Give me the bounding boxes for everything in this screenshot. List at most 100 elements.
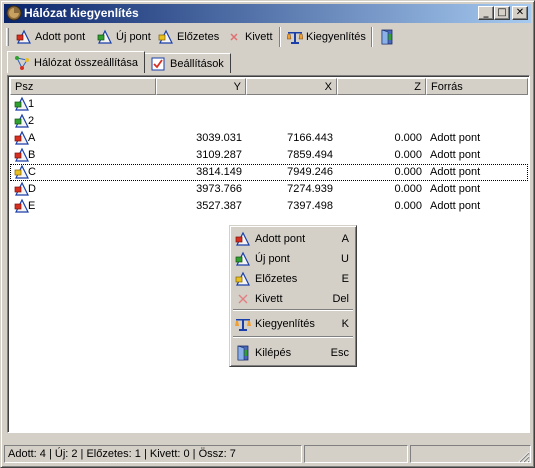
table-row[interactable]: E 3527.387 7397.498 0.000 Adott pont (10, 198, 528, 215)
status-panel-2 (304, 445, 408, 463)
menu-item-label: Kiegyenlítés (255, 318, 315, 330)
maximize-button[interactable]: □ (494, 6, 510, 20)
cell-x: 7949.246 (287, 166, 333, 178)
cell-x: 7274.939 (287, 183, 333, 195)
menu-item-removed-point[interactable]: Kivett Del (233, 289, 353, 309)
fixed-point-label: Adott pont (35, 31, 86, 43)
menu-item-label: Adott pont (255, 233, 306, 245)
tab-strip: Hálózat összeállítása Beállítások (4, 51, 531, 73)
menu-item-shortcut: U (341, 253, 349, 265)
tab-network-label: Hálózat összeállítása (34, 56, 138, 69)
exit-door-icon (237, 345, 249, 361)
table-row[interactable]: A 3039.031 7166.443 0.000 Adott pont (10, 130, 528, 147)
menu-item-label: Új pont (255, 253, 290, 265)
cell-y: 3527.387 (196, 200, 242, 212)
status-summary: Adott: 4 | Új: 2 | Előzetes: 1 | Kivett:… (4, 445, 302, 463)
preliminary-button[interactable]: Előzetes (154, 25, 223, 49)
cell-source: Adott pont (430, 149, 481, 161)
fixed-point-button[interactable]: Adott pont (12, 25, 89, 49)
menu-item-fixed-point[interactable]: Adott pont A (233, 229, 353, 249)
cell-psz: B (28, 149, 36, 161)
cell-z: 0.000 (394, 166, 422, 178)
table-header: Psz Y X Z Forrás (10, 78, 528, 95)
app-logo-icon (6, 5, 22, 21)
cell-z: 0.000 (394, 132, 422, 144)
minimize-button[interactable]: _ (478, 6, 494, 20)
cell-psz: 1 (28, 98, 35, 110)
balance-scale-icon (287, 32, 303, 44)
cell-y: 3814.149 (196, 166, 242, 178)
new-point-button[interactable]: Új pont (93, 25, 155, 49)
column-header-y[interactable]: Y (156, 78, 246, 95)
new-point-icon (97, 29, 112, 44)
cell-z: 0.000 (394, 149, 422, 161)
window-title: Hálózat kiegyenlítés (24, 6, 139, 20)
menu-separator (233, 309, 353, 311)
cell-z: 0.000 (394, 183, 422, 195)
toolbar-separator (279, 27, 281, 47)
cell-source: Adott pont (430, 200, 481, 212)
balance-label: Kiegyenlítés (306, 31, 366, 43)
menu-item-balance-scale[interactable]: Kiegyenlítés K (233, 314, 353, 334)
context-menu: Adott pont A Új pont U Előzetes E Kivett Del Kie… (229, 225, 357, 367)
menu-item-shortcut: E (341, 273, 349, 285)
new-point-icon (235, 251, 250, 266)
cell-y: 3039.031 (196, 132, 242, 144)
cell-psz: A (28, 132, 36, 144)
tab-settings[interactable]: Beállítások (143, 53, 231, 73)
menu-item-label: Kilépés (255, 347, 292, 359)
cell-x: 7859.494 (287, 149, 333, 161)
menu-item-shortcut: Esc (330, 347, 349, 359)
fixed-point-icon (235, 231, 250, 246)
balance-scale-icon (235, 319, 251, 331)
menu-item-exit-door[interactable]: Kilépés Esc (233, 343, 353, 363)
exit-button[interactable] (375, 25, 399, 49)
preliminary-label: Előzetes (177, 31, 220, 43)
network-icon (15, 55, 29, 70)
table-row[interactable]: D 3973.766 7274.939 0.000 Adott pont (10, 181, 528, 198)
menu-item-shortcut: K (341, 318, 349, 330)
cell-psz: D (28, 183, 36, 195)
removed-point-icon (230, 33, 238, 41)
cell-source: Adott pont (430, 166, 481, 178)
table-row[interactable]: 2 (10, 113, 528, 130)
removed-point-icon (238, 294, 248, 304)
removed-button[interactable]: Kivett (222, 25, 277, 49)
toolbar: Adott pont Új pont Előzetes Kivett Kiegy… (4, 25, 531, 51)
column-header-psz[interactable]: Psz (10, 78, 156, 95)
close-button[interactable]: ✕ (512, 6, 528, 20)
cell-z: 0.000 (394, 200, 422, 212)
status-bar: Adott: 4 | Új: 2 | Előzetes: 1 | Kivett:… (4, 444, 531, 464)
table-row[interactable]: C 3814.149 7949.246 0.000 Adott pont (10, 164, 528, 181)
menu-item-new-point[interactable]: Új pont U (233, 249, 353, 269)
menu-item-preliminary-point[interactable]: Előzetes E (233, 269, 353, 289)
column-header-source[interactable]: Forrás (426, 78, 528, 95)
column-header-x[interactable]: X (246, 78, 337, 95)
menu-separator (233, 336, 353, 338)
menu-item-shortcut: Del (332, 293, 349, 305)
settings-checkbox-icon (151, 57, 165, 70)
cell-psz: E (28, 200, 36, 212)
cell-y: 3109.287 (196, 149, 242, 161)
removed-label: Kivett (245, 31, 273, 43)
table-row[interactable]: B 3109.287 7859.494 0.000 Adott pont (10, 147, 528, 164)
tab-settings-label: Beállítások (170, 57, 224, 70)
resize-grip-icon[interactable] (517, 450, 530, 463)
menu-item-label: Kivett (255, 293, 283, 305)
title-bar[interactable]: Hálózat kiegyenlítés _ □ ✕ (4, 4, 531, 23)
cell-source: Adott pont (430, 132, 481, 144)
table-body: 1 2 A 3039.031 7166.443 0.000 Adott pont B 3109.… (10, 96, 528, 215)
toolbar-grip[interactable] (6, 28, 9, 46)
tab-network-setup[interactable]: Hálózat összeállítása (7, 51, 145, 73)
new-point-label: Új pont (116, 31, 151, 43)
cell-y: 3973.766 (196, 183, 242, 195)
toolbar-separator (371, 27, 373, 47)
column-header-z[interactable]: Z (337, 78, 426, 95)
exit-door-icon (381, 29, 393, 45)
cell-x: 7397.498 (287, 200, 333, 212)
balance-button[interactable]: Kiegyenlítés (283, 25, 370, 49)
cell-source: Adott pont (430, 183, 481, 195)
table-row[interactable]: 1 (10, 96, 528, 113)
preliminary-point-icon (158, 29, 173, 44)
cell-x: 7166.443 (287, 132, 333, 144)
